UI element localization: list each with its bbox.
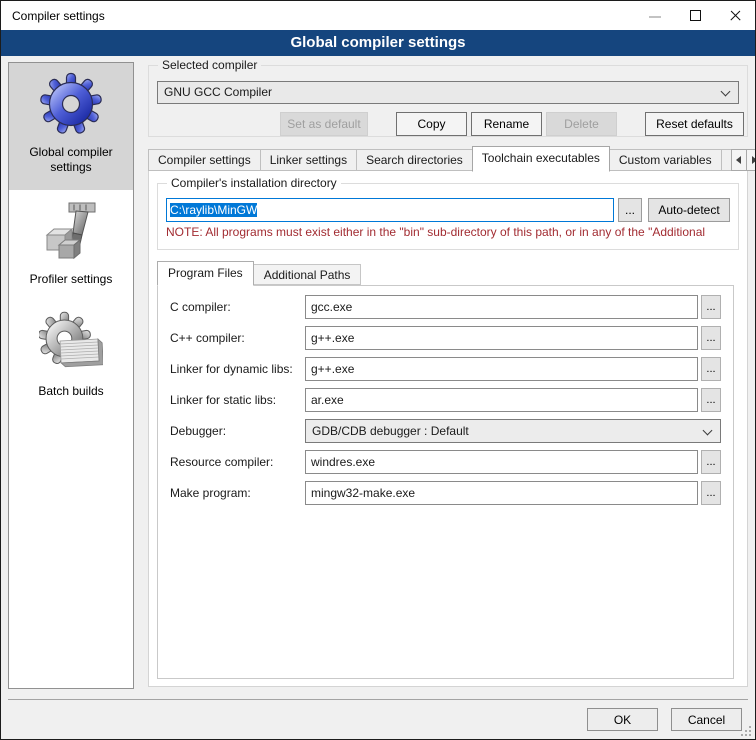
field-label: Linker for dynamic libs:	[170, 362, 305, 376]
static-linker-input[interactable]: ar.exe	[305, 388, 698, 412]
minimize-icon	[649, 16, 661, 18]
browse-button[interactable]: ...	[701, 295, 721, 319]
sidebar-item-global-compiler-settings[interactable]: Global compiler settings	[9, 63, 133, 190]
window-title: Compiler settings	[12, 9, 105, 23]
program-files-panel: C compiler: gcc.exe ... C++ compiler: g+…	[157, 285, 734, 679]
c-compiler-input[interactable]: gcc.exe	[305, 295, 698, 319]
reset-defaults-button[interactable]: Reset defaults	[645, 112, 744, 136]
debugger-select[interactable]: GDB/CDB debugger : Default	[305, 419, 721, 443]
field-label: C compiler:	[170, 300, 305, 314]
settings-category-list: Global compiler settings	[8, 62, 134, 689]
install-dir-input[interactable]: C:\raylib\MinGW	[166, 198, 614, 222]
maximize-icon	[690, 10, 701, 21]
field-row-make-program: Make program: mingw32-make.exe ...	[170, 481, 721, 505]
compiler-buttons-row: Set as default Copy Rename Delete Reset …	[149, 112, 747, 136]
make-program-input[interactable]: mingw32-make.exe	[305, 481, 698, 505]
sidebar-item-label: Profiler settings	[13, 272, 129, 287]
browse-button[interactable]: ...	[701, 481, 721, 505]
cpp-compiler-input[interactable]: g++.exe	[305, 326, 698, 350]
field-label: Debugger:	[170, 424, 305, 438]
compiler-select[interactable]: GNU GCC Compiler	[157, 81, 739, 104]
tab-scroll-left-button[interactable]	[731, 149, 747, 171]
field-row-debugger: Debugger: GDB/CDB debugger : Default	[170, 419, 721, 443]
browse-button[interactable]: ...	[701, 357, 721, 381]
dialog-header: Global compiler settings	[1, 30, 755, 56]
footer-divider	[8, 699, 748, 700]
arrow-left-icon	[736, 156, 741, 164]
note-text: NOTE: All programs must exist either in …	[166, 225, 730, 239]
auto-detect-button[interactable]: Auto-detect	[648, 198, 730, 222]
field-row-dynamic-linker: Linker for dynamic libs: g++.exe ...	[170, 357, 721, 381]
installation-directory-row: C:\raylib\MinGW ... Auto-detect	[166, 198, 730, 222]
arrow-right-icon	[752, 156, 756, 164]
chevron-down-icon	[721, 87, 731, 97]
rename-button[interactable]: Rename	[471, 112, 542, 136]
field-row-resource-compiler: Resource compiler: windres.exe ...	[170, 450, 721, 474]
browse-button[interactable]: ...	[701, 450, 721, 474]
delete-button[interactable]: Delete	[546, 112, 617, 136]
browse-button[interactable]: ...	[701, 388, 721, 412]
caliper-icon	[39, 199, 103, 263]
cancel-button[interactable]: Cancel	[671, 708, 742, 731]
chevron-down-icon	[703, 426, 713, 436]
group-label: Compiler's installation directory	[167, 176, 341, 190]
field-label: Linker for static libs:	[170, 393, 305, 407]
tab-custom-variables[interactable]: Custom variables	[609, 149, 722, 171]
sidebar-item-batch-builds[interactable]: Batch builds	[9, 302, 133, 414]
resource-compiler-input[interactable]: windres.exe	[305, 450, 698, 474]
selected-text: C:\raylib\MinGW	[170, 203, 257, 217]
selected-compiler-group: Selected compiler GNU GCC Compiler Set a…	[148, 65, 748, 137]
close-icon	[729, 15, 742, 16]
tab-compiler-settings[interactable]: Compiler settings	[148, 149, 261, 171]
blue-gear-icon	[39, 72, 103, 136]
copy-button[interactable]: Copy	[396, 112, 467, 136]
gear-stack-icon	[39, 311, 103, 375]
tab-search-directories[interactable]: Search directories	[356, 149, 473, 171]
sidebar-item-label: Global compiler settings	[13, 145, 129, 175]
tab-scroll-arrows	[731, 149, 756, 171]
settings-tabbar: Compiler settings Linker settings Search…	[148, 144, 748, 171]
field-label: C++ compiler:	[170, 331, 305, 345]
titlebar[interactable]: Compiler settings	[1, 1, 755, 30]
group-label: Selected compiler	[158, 58, 261, 72]
sidebar-item-profiler-settings[interactable]: Profiler settings	[9, 190, 133, 302]
window-controls	[635, 1, 755, 30]
tab-toolchain-executables[interactable]: Toolchain executables	[472, 146, 610, 172]
compiler-settings-dialog: Compiler settings Global compiler settin…	[0, 0, 756, 740]
ok-button[interactable]: OK	[587, 708, 658, 731]
tab-additional-paths[interactable]: Additional Paths	[253, 264, 362, 285]
browse-button[interactable]: ...	[701, 326, 721, 350]
program-files-tabbar: Program Files Additional Paths	[157, 259, 747, 285]
tab-scroll-right-button[interactable]	[746, 149, 756, 171]
field-row-c-compiler: C compiler: gcc.exe ...	[170, 295, 721, 319]
browse-button[interactable]: ...	[618, 198, 642, 222]
toolchain-executables-page: Compiler's installation directory C:\ray…	[148, 170, 748, 687]
dialog-body: Global compiler settings	[1, 56, 755, 739]
sidebar-item-label: Batch builds	[13, 384, 129, 399]
tab-linker-settings[interactable]: Linker settings	[260, 149, 357, 171]
set-as-default-button[interactable]: Set as default	[280, 112, 368, 136]
dynamic-linker-input[interactable]: g++.exe	[305, 357, 698, 381]
close-button[interactable]	[715, 1, 755, 30]
installation-directory-group: Compiler's installation directory C:\ray…	[157, 183, 739, 250]
field-row-cpp-compiler: C++ compiler: g++.exe ...	[170, 326, 721, 350]
field-label: Make program:	[170, 486, 305, 500]
minimize-button[interactable]	[635, 1, 675, 30]
field-row-static-linker: Linker for static libs: ar.exe ...	[170, 388, 721, 412]
field-label: Resource compiler:	[170, 455, 305, 469]
maximize-button[interactable]	[675, 1, 715, 30]
resize-grip[interactable]	[741, 726, 751, 736]
tab-program-files[interactable]: Program Files	[157, 261, 254, 286]
